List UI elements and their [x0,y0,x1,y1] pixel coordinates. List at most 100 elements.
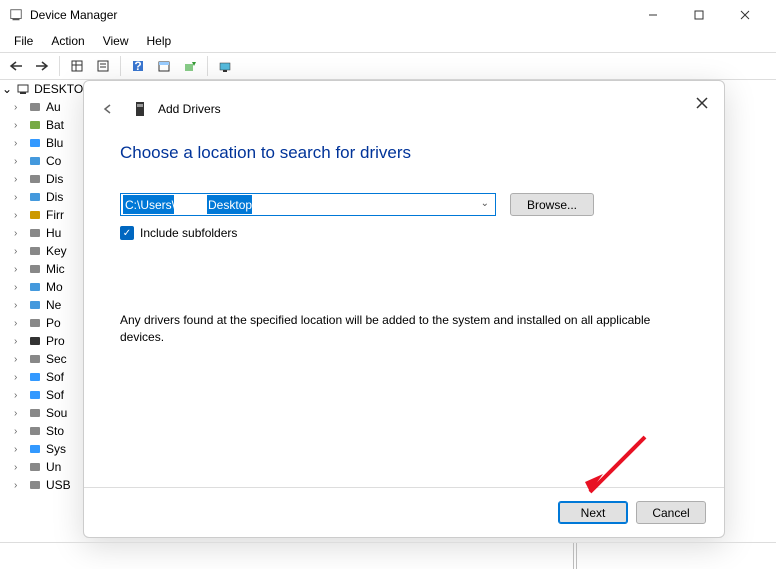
tree-item[interactable]: › Dis [2,188,86,206]
include-subfolders-row[interactable]: ✓ Include subfolders [120,226,688,240]
chevron-down-icon[interactable]: ⌄ [481,198,489,209]
expand-icon[interactable]: › [14,336,24,347]
device-category-icon [27,477,43,493]
tree-root[interactable]: ⌄ DESKTO [2,80,86,98]
scan-hardware-button[interactable] [213,55,237,77]
tree-item-label: USB [46,478,71,492]
tree-item[interactable]: › Bat [2,116,86,134]
expand-icon[interactable]: › [14,102,24,113]
dialog-back-button[interactable] [98,99,118,119]
nav-forward-button[interactable] [30,55,54,77]
collapse-icon[interactable]: ⌄ [2,82,12,96]
tree-item[interactable]: › Pro [2,332,86,350]
tree-item[interactable]: › Sto [2,422,86,440]
tree-item[interactable]: › Key [2,242,86,260]
tree-item[interactable]: › Un [2,458,86,476]
action-button[interactable] [152,55,176,77]
expand-icon[interactable]: › [14,444,24,455]
tree-item-label: Un [46,460,61,474]
device-category-icon [27,207,43,223]
expand-icon[interactable]: › [14,462,24,473]
device-category-icon [27,333,43,349]
tree-item-label: Dis [46,172,63,186]
tree-item[interactable]: › Co [2,152,86,170]
device-category-icon [27,387,43,403]
tree-item[interactable]: › Ne [2,296,86,314]
tree-item[interactable]: › Mo [2,278,86,296]
tree-item-label: Dis [46,190,63,204]
tree-item[interactable]: › USB [2,476,86,494]
nav-back-button[interactable] [4,55,28,77]
device-category-icon [27,135,43,151]
tree-item-label: Blu [46,136,63,150]
tree-item-label: Mic [46,262,65,276]
minimize-button[interactable] [630,0,676,30]
maximize-button[interactable] [676,0,722,30]
expand-icon[interactable]: › [14,282,24,293]
next-button[interactable]: Next [558,501,628,524]
description-text: Any drivers found at the specified locat… [120,312,688,346]
expand-icon[interactable]: › [14,210,24,221]
tree-item-label: Pro [46,334,65,348]
expand-icon[interactable]: › [14,300,24,311]
expand-icon[interactable]: › [14,138,24,149]
tree-item-label: Sof [46,388,64,402]
checkbox-checked-icon[interactable]: ✓ [120,226,134,240]
expand-icon[interactable]: › [14,390,24,401]
expand-icon[interactable]: › [14,246,24,257]
dialog-title: Add Drivers [158,102,221,116]
status-bar [0,542,776,568]
help-button[interactable]: ? [126,55,150,77]
expand-icon[interactable]: › [14,354,24,365]
tree-item[interactable]: › Sou [2,404,86,422]
close-button[interactable] [722,0,768,30]
tree-item-label: Hu [46,226,61,240]
cancel-button[interactable]: Cancel [636,501,706,524]
path-combobox[interactable]: C:\Users\ Desktop ⌄ [120,193,496,216]
expand-icon[interactable]: › [14,408,24,419]
tree-item[interactable]: › Mic [2,260,86,278]
tree-item[interactable]: › Sof [2,386,86,404]
tree-item[interactable]: › Firr [2,206,86,224]
tree-root-label: DESKTO [34,82,83,96]
device-tree[interactable]: ⌄ DESKTO › Au› Bat› Blu› Co› Dis› Dis› F… [2,80,86,520]
tree-item-label: Co [46,154,61,168]
expand-icon[interactable]: › [14,426,24,437]
menu-view[interactable]: View [95,32,137,50]
tree-item[interactable]: › Sys [2,440,86,458]
tree-item[interactable]: › Dis [2,170,86,188]
section-title: Choose a location to search for drivers [120,143,688,163]
tree-item-label: Bat [46,118,64,132]
tree-item[interactable]: › Po [2,314,86,332]
dialog-close-button[interactable] [692,93,712,113]
checkbox-label: Include subfolders [140,226,237,240]
expand-icon[interactable]: › [14,264,24,275]
device-category-icon [27,315,43,331]
toolbar: ? [0,52,776,80]
menu-file[interactable]: File [6,32,41,50]
tree-item[interactable]: › Au [2,98,86,116]
computer-icon [16,82,30,96]
dialog-body: Choose a location to search for drivers … [84,137,724,487]
expand-icon[interactable]: › [14,120,24,131]
show-hidden-button[interactable] [65,55,89,77]
device-category-icon [27,441,43,457]
tree-item[interactable]: › Blu [2,134,86,152]
expand-icon[interactable]: › [14,372,24,383]
browse-button[interactable]: Browse... [510,193,594,216]
menu-help[interactable]: Help [139,32,180,50]
expand-icon[interactable]: › [14,174,24,185]
splitter[interactable] [573,543,577,569]
tree-item-label: Mo [46,280,63,294]
tree-item[interactable]: › Hu [2,224,86,242]
properties-button[interactable] [91,55,115,77]
expand-icon[interactable]: › [14,480,24,491]
expand-icon[interactable]: › [14,228,24,239]
update-driver-button[interactable] [178,55,202,77]
expand-icon[interactable]: › [14,192,24,203]
menu-action[interactable]: Action [43,32,92,50]
tree-item[interactable]: › Sof [2,368,86,386]
expand-icon[interactable]: › [14,318,24,329]
expand-icon[interactable]: › [14,156,24,167]
tree-item[interactable]: › Sec [2,350,86,368]
